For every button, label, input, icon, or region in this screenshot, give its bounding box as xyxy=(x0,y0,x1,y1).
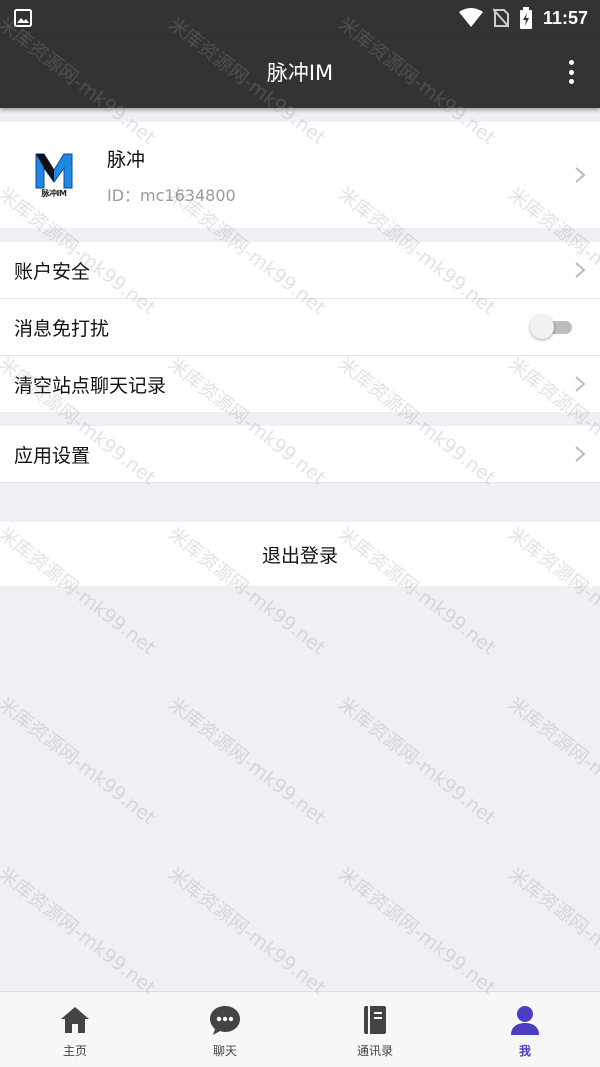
watermark: 米库资源网-mk99.net xyxy=(503,693,600,830)
status-time: 11:57 xyxy=(542,7,588,28)
do-not-disturb-label: 消息免打扰 xyxy=(14,317,110,340)
divider xyxy=(0,482,600,483)
tab-label: 主页 xyxy=(62,1044,87,1058)
app-bar: 脉冲IM xyxy=(0,36,600,108)
app-settings-label: 应用设置 xyxy=(14,444,91,467)
chevron-right-icon xyxy=(575,167,586,183)
wifi-icon xyxy=(458,8,483,27)
status-bar: 11:57 xyxy=(0,0,600,36)
watermark: 米库资源网-mk99.net xyxy=(163,693,330,830)
do-not-disturb-toggle[interactable] xyxy=(530,315,574,339)
tab-home[interactable]: 主页 xyxy=(0,992,150,1067)
home-icon xyxy=(61,1007,89,1033)
avatar-caption: 脉冲IM xyxy=(41,188,67,198)
chat-bubble-icon xyxy=(210,1006,240,1035)
more-vertical-icon[interactable] xyxy=(562,58,580,86)
tab-contacts[interactable]: 通讯录 xyxy=(300,992,450,1067)
watermark: 米库资源网-mk99.net xyxy=(0,693,160,830)
tab-chat[interactable]: 聊天 xyxy=(150,992,300,1067)
logout-label: 退出登录 xyxy=(261,544,338,567)
do-not-disturb-row[interactable]: 消息免打扰 xyxy=(0,299,600,355)
profile-name: 脉冲 xyxy=(107,148,146,171)
account-security-label: 账户安全 xyxy=(14,260,91,283)
app-logo-icon xyxy=(35,153,73,188)
image-icon xyxy=(14,9,32,27)
chevron-right-icon xyxy=(575,376,586,392)
profile-card[interactable]: 脉冲IM 脉冲 ID：mc1634800 xyxy=(0,122,600,228)
page-title: 脉冲IM xyxy=(266,61,334,85)
watermark: 米库资源网-mk99.net xyxy=(0,863,160,1000)
chevron-right-icon xyxy=(575,446,586,462)
chevron-right-icon xyxy=(575,262,586,278)
watermark: 米库资源网-mk99.net xyxy=(333,863,500,1000)
tab-label: 我 xyxy=(518,1044,531,1058)
tab-label: 聊天 xyxy=(212,1044,237,1058)
bottom-tab-bar: 主页 聊天 通讯录 我 xyxy=(0,991,600,1067)
app-settings-row[interactable]: 应用设置 xyxy=(0,426,600,482)
account-security-row[interactable]: 账户安全 xyxy=(0,242,600,298)
clear-chat-history-label: 清空站点聊天记录 xyxy=(14,374,167,397)
tab-label: 通讯录 xyxy=(356,1044,393,1058)
watermark: 米库资源网-mk99.net xyxy=(503,863,600,1000)
avatar: 脉冲IM xyxy=(27,148,81,202)
watermark: 米库资源网-mk99.net xyxy=(333,693,500,830)
watermark: 米库资源网-mk99.net xyxy=(163,863,330,1000)
tab-me[interactable]: 我 xyxy=(450,992,600,1067)
person-icon xyxy=(511,1006,539,1035)
contacts-book-icon xyxy=(364,1006,386,1034)
clear-chat-history-row[interactable]: 清空站点聊天记录 xyxy=(0,356,600,412)
logout-button[interactable]: 退出登录 xyxy=(0,522,600,586)
no-sim-icon xyxy=(492,8,509,28)
profile-id: ID：mc1634800 xyxy=(107,185,236,205)
battery-charging-icon xyxy=(519,7,532,29)
